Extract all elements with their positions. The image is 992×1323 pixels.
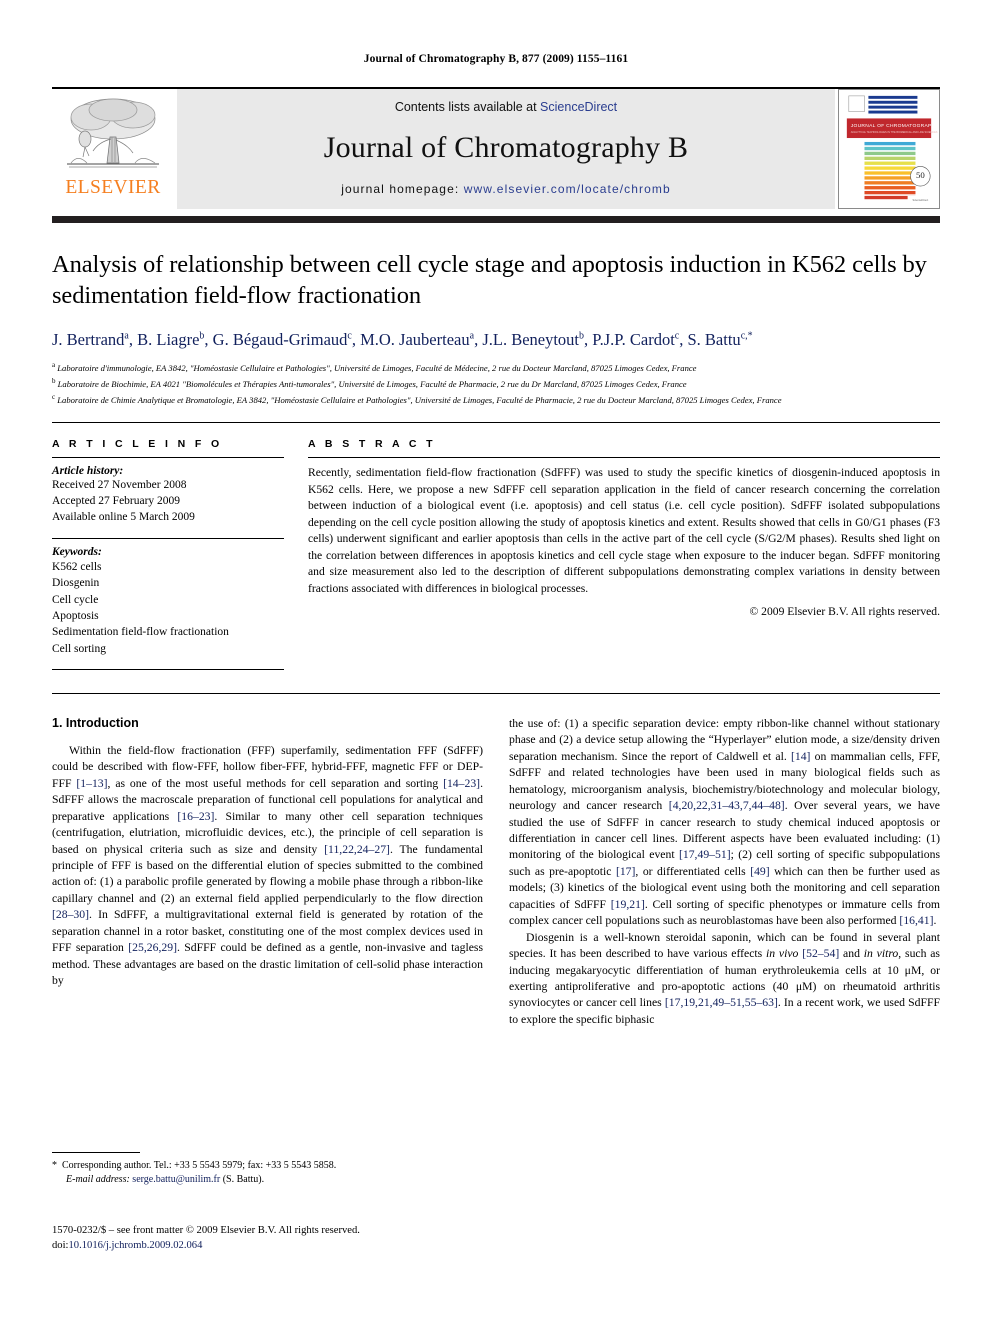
corresponding-email-link[interactable]: serge.battu@unilim.fr	[132, 1174, 220, 1185]
svg-text:50: 50	[916, 170, 925, 180]
footer-doi-line: doi:10.1016/j.jchromb.2009.02.064	[52, 1238, 482, 1253]
paper-page: Journal of Chromatography B, 877 (2009) …	[0, 0, 992, 1323]
doi-label: doi:	[52, 1240, 69, 1252]
intro-paragraph-left: Within the field-flow fractionation (FFF…	[52, 743, 483, 988]
article-info-heading: A R T I C L E I N F O	[52, 438, 223, 451]
journal-homepage-link[interactable]: www.elsevier.com/locate/chromb	[464, 182, 671, 196]
info-spacer-bottom	[52, 657, 284, 669]
sciencedirect-link[interactable]: ScienceDirect	[540, 100, 617, 114]
page-title: Analysis of relationship between cell cy…	[52, 251, 927, 310]
author-list: J. Bertranda, B. Liagreb, G. Bégaud-Grim…	[52, 329, 940, 350]
author-name: S. Battuc,*	[687, 329, 753, 349]
body-column-right: the use of: (1) a specific separation de…	[509, 716, 940, 1028]
doi-link[interactable]: 10.1016/j.jchromb.2009.02.064	[68, 1240, 202, 1251]
svg-text:JOURNAL OF CHROMATOGRAPHY B: JOURNAL OF CHROMATOGRAPHY B	[851, 123, 939, 129]
author-separator: ,	[351, 329, 361, 349]
abstract-rule	[308, 457, 940, 459]
journal-homepage-line: journal homepage: www.elsevier.com/locat…	[341, 182, 671, 196]
affiliation-item: a Laboratoire d'immunologie, EA 3842, "H…	[52, 361, 697, 374]
article-info-rule-bottom	[52, 668, 284, 670]
svg-text:ANALYTICAL TECHNOLOGIES IN THE: ANALYTICAL TECHNOLOGIES IN THE BIOMEDICA…	[851, 131, 938, 134]
history-item: Available online 5 March 2009	[52, 511, 195, 524]
article-info-rule-mid	[52, 537, 284, 539]
article-history-label: Article history:	[52, 465, 124, 478]
svg-text:ScienceDirect: ScienceDirect	[913, 199, 929, 202]
article-info-column: A R T I C L E I N F O Article history: R…	[52, 438, 284, 677]
affiliation-mark: a	[52, 361, 56, 370]
author-separator: ,	[204, 329, 213, 349]
corresponding-author-footnote: * Corresponding author. Tel.: +33 5 5543 …	[52, 1152, 460, 1187]
abstract-copyright: © 2009 Elsevier B.V. All rights reserved…	[749, 605, 940, 619]
author-name: B. Liagreb	[137, 329, 205, 349]
running-head: Journal of Chromatography B, 877 (2009) …	[363, 53, 629, 65]
info-abstract-row: A R T I C L E I N F O Article history: R…	[52, 438, 940, 677]
title-block: Analysis of relationship between cell cy…	[52, 249, 940, 406]
footer-issn-line: 1570-0232/$ – see front matter © 2009 El…	[52, 1225, 360, 1236]
abstract-bottom-rule	[52, 692, 940, 694]
footnote-star: *	[52, 1160, 57, 1171]
affiliation-list: a Laboratoire d'immunologie, EA 3842, "H…	[52, 360, 940, 406]
keywords-label: Keywords:	[52, 545, 102, 558]
history-item: Received 27 November 2008	[52, 479, 187, 492]
section-heading-introduction: 1. Introduction	[52, 715, 139, 730]
abstract-column: A B S T R A C T Recently, sedimentation …	[308, 438, 940, 677]
intro-paragraph-right-2: Diosgenin is a well-known steroidal sapo…	[509, 930, 940, 1026]
keyword-item: Apoptosis	[52, 609, 99, 622]
keyword-item: K562 cells	[52, 560, 102, 573]
author-name: P.J.P. Cardotc	[592, 329, 680, 349]
affiliation-mark: b	[52, 376, 56, 385]
keywords-list: K562 cells Diosgenin Cell cycle Apoptosi…	[52, 559, 284, 657]
keyword-item: Cell cycle	[52, 593, 99, 606]
keyword-item: Diosgenin	[52, 577, 100, 590]
contents-line: Contents lists available at ScienceDirec…	[395, 100, 617, 114]
footnote-email-label: E-mail address:	[66, 1174, 130, 1185]
affiliation-item: c Laboratoire de Chimie Analytique et Br…	[52, 392, 782, 405]
footnote-corresponding: Corresponding author. Tel.: +33 5 5543 5…	[62, 1160, 337, 1171]
history-item: Accepted 27 February 2009	[52, 495, 181, 508]
title-bottom-rule	[52, 422, 940, 424]
journal-cover-thumbnail: JOURNAL OF CHROMATOGRAPHY B ANALYTICAL T…	[838, 89, 940, 209]
author-affiliation-mark: c,*	[740, 330, 753, 342]
elsevier-tree-icon	[67, 98, 159, 168]
journal-band: Contents lists available at ScienceDirec…	[177, 89, 835, 209]
author-name: J. Bertranda	[52, 329, 129, 349]
body-column-left: 1. Introduction Within the field-flow fr…	[52, 716, 483, 1028]
contents-prefix: Contents lists available at	[394, 100, 541, 114]
footnote-email-owner: (S. Battu).	[222, 1174, 265, 1185]
abstract-heading: A B S T R A C T	[308, 438, 436, 451]
keyword-item: Sedimentation field-flow fractionation	[52, 626, 229, 639]
author-name: J.L. Beneytoutb	[482, 329, 585, 349]
page-footer: 1570-0232/$ – see front matter © 2009 El…	[52, 1223, 482, 1254]
body-columns: 1. Introduction Within the field-flow fr…	[52, 716, 940, 1028]
masthead-bottom-rule	[52, 216, 940, 223]
keyword-item: Cell sorting	[52, 642, 106, 655]
journal-title: Journal of Chromatography B	[323, 131, 689, 164]
intro-paragraph-right-1: the use of: (1) a specific separation de…	[509, 716, 940, 928]
elsevier-wordmark: ELSEVIER	[65, 177, 161, 198]
footnote-text: * Corresponding author. Tel.: +33 5 5543 …	[52, 1159, 460, 1187]
journal-masthead: ELSEVIER Contents lists available at Sci…	[52, 87, 940, 209]
author-separator: ,	[128, 329, 138, 349]
homepage-prefix: journal homepage:	[341, 182, 464, 196]
footnote-rule	[52, 1152, 140, 1153]
abstract-text: Recently, sedimentation field-flow fract…	[308, 466, 940, 595]
author-separator: ,	[679, 329, 688, 349]
author-name: G. Bégaud-Grimaudc	[212, 329, 352, 349]
journal-cover-artwork: JOURNAL OF CHROMATOGRAPHY B ANALYTICAL T…	[839, 90, 939, 208]
affiliation-mark: c	[52, 392, 56, 401]
elsevier-logo: ELSEVIER	[52, 89, 174, 209]
article-history-list: Received 27 November 2008 Accepted 27 Fe…	[52, 478, 284, 526]
affiliation-item: b Laboratoire de Biochimie, EA 4021 "Bio…	[52, 376, 687, 389]
author-name: M.O. Jauberteaua	[360, 329, 475, 349]
article-info-rule-top	[52, 457, 284, 459]
